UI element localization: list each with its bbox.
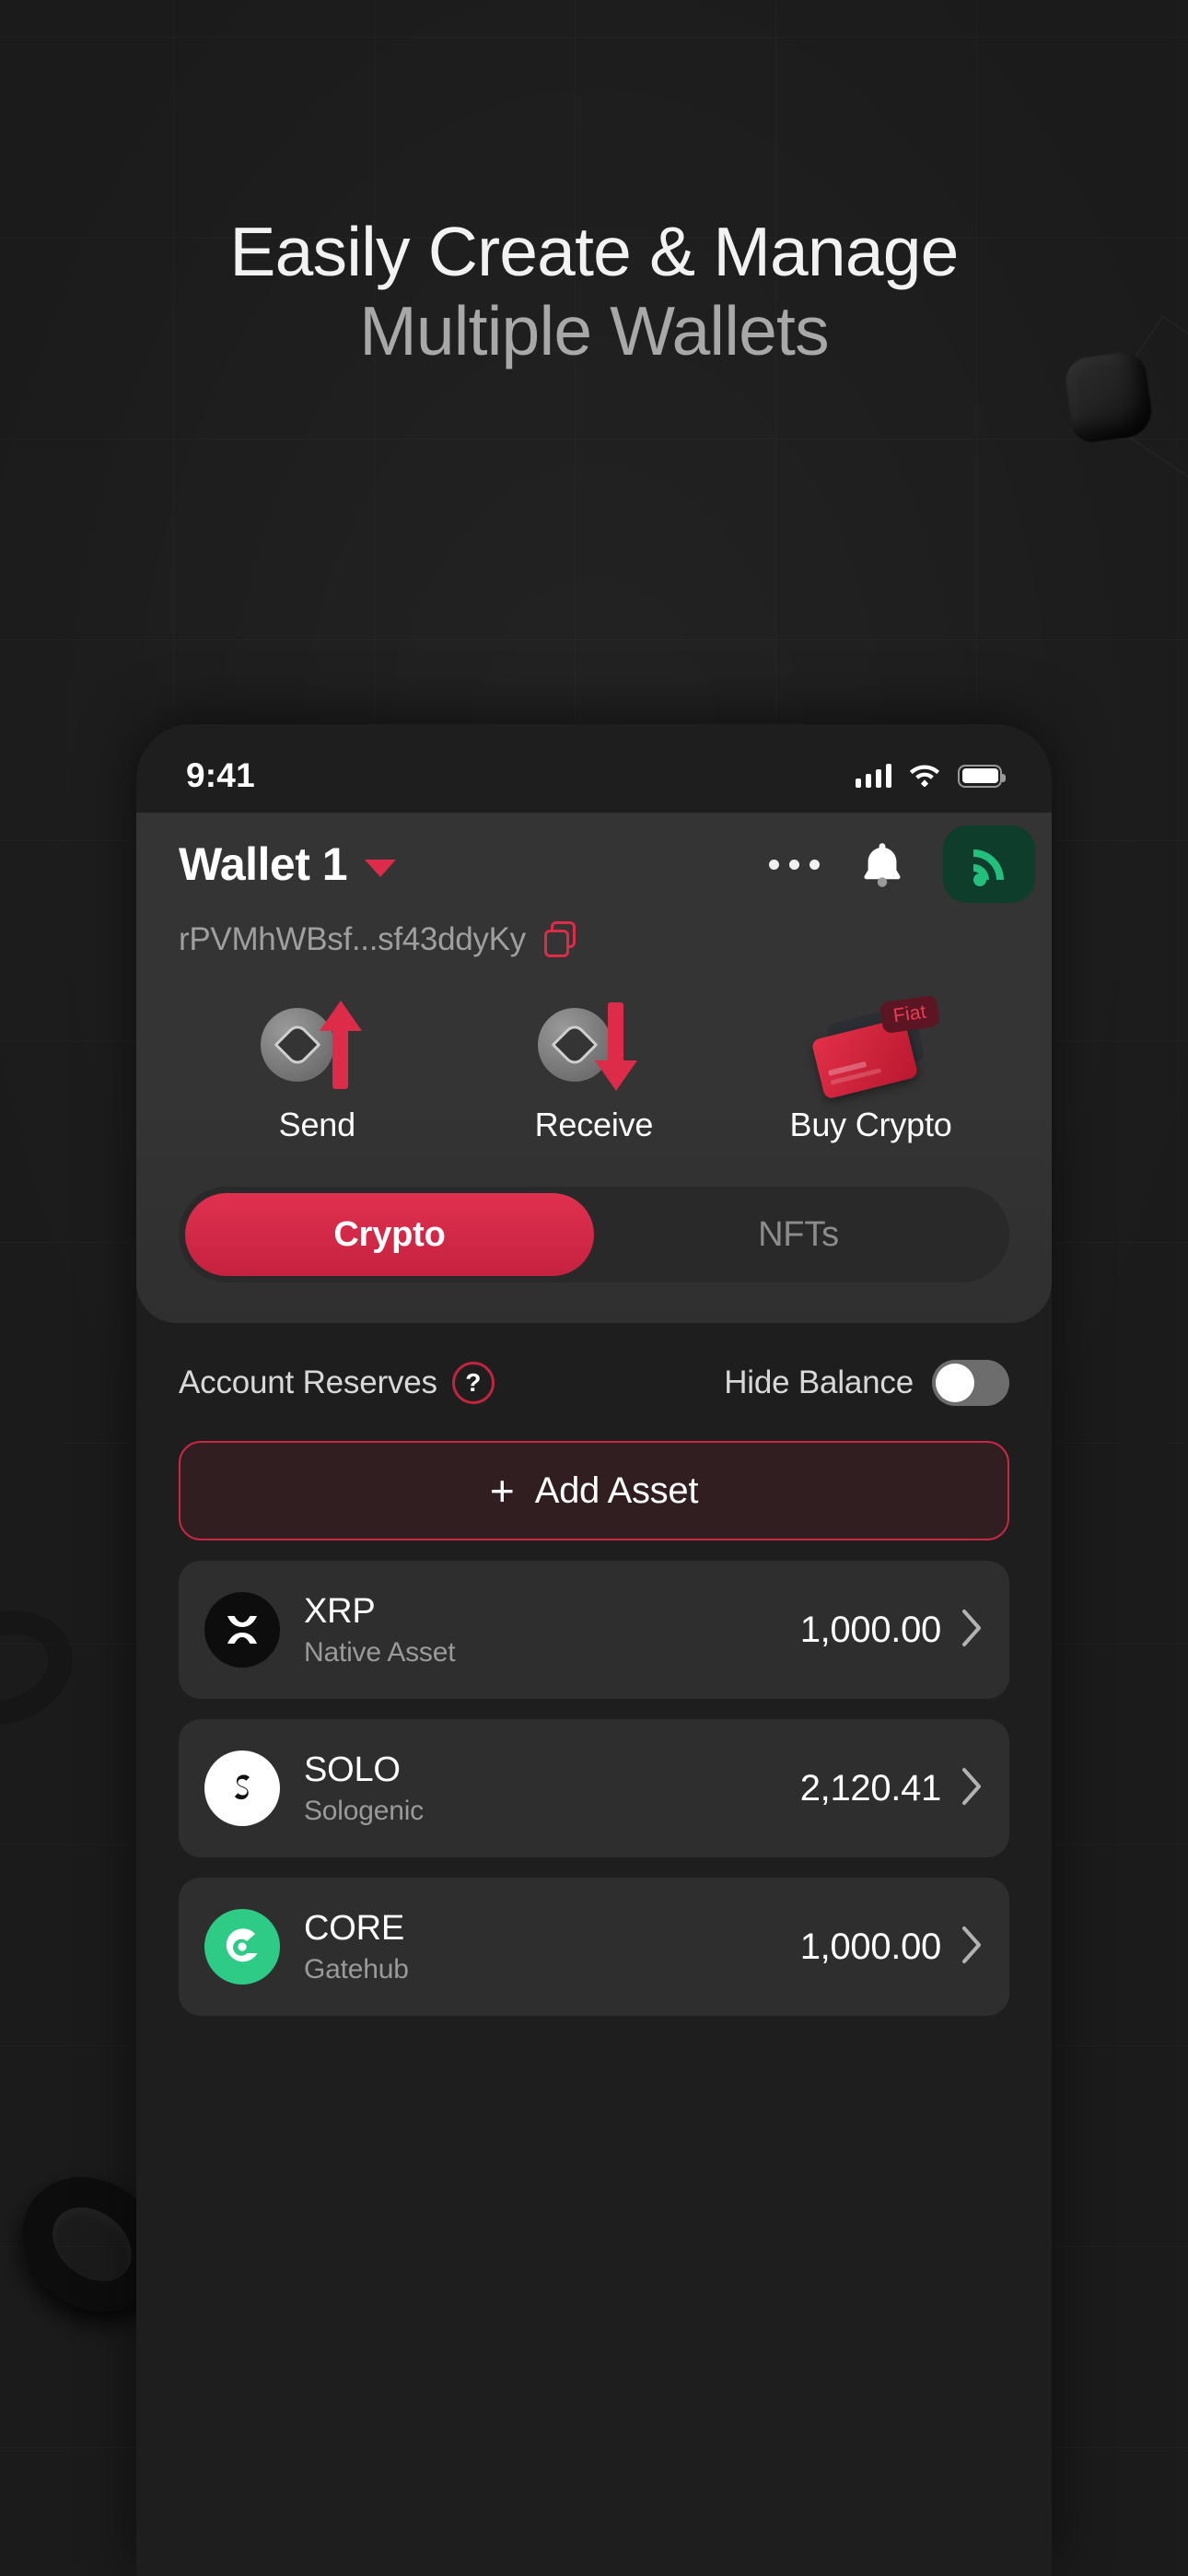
asset-text: XRP Native Asset: [304, 1591, 456, 1668]
asset-amount: 1,000.00: [799, 1926, 942, 1967]
asset-symbol: CORE: [304, 1909, 404, 1949]
chevron-right-icon[interactable]: [961, 1926, 984, 1969]
chevron-right-icon[interactable]: [961, 1767, 984, 1810]
plus-icon: +: [489, 1467, 515, 1515]
status-bar: 9:41: [136, 724, 1052, 813]
coreum-logo-icon: [204, 1909, 280, 1985]
sologenic-logo-icon: [204, 1751, 280, 1826]
wallet-name[interactable]: Wallet 1: [179, 837, 348, 891]
broadcast-signal-icon[interactable]: [943, 825, 1035, 903]
add-asset-label: Add Asset: [534, 1469, 699, 1511]
asset-amount: 2,120.41: [799, 1767, 942, 1809]
asset-text: CORE Gatehub: [304, 1908, 409, 1985]
credit-card-icon: Fiat: [802, 994, 940, 1100]
cellular-signal-icon: [855, 764, 891, 788]
wifi-icon: [907, 761, 942, 791]
buy-crypto-button-label: Buy Crypto: [789, 1106, 952, 1143]
send-button[interactable]: Send: [179, 995, 456, 1144]
asset-issuer: Gatehub: [304, 1953, 409, 1985]
asset-list-section: Account Reserves ? Hide Balance + Add As…: [136, 1329, 1052, 2016]
question-mark-icon[interactable]: ?: [451, 1362, 495, 1404]
asset-issuer: Native Asset: [304, 1636, 456, 1668]
hero-headline-line1: Easily Create & Manage: [229, 213, 959, 290]
receive-coin-down-arrow-icon: [525, 995, 663, 1095]
phone-mockup: 9:41 Wallet 1 rPVMhWBsf...sf43ddyKy Send…: [136, 724, 1052, 2576]
asset-amount: 1,000.00: [799, 1609, 942, 1650]
hide-balance-toggle[interactable]: [932, 1360, 1009, 1406]
bell-icon[interactable]: [860, 840, 904, 888]
wallet-header: Wallet 1: [136, 822, 1052, 907]
header-action-icons: [767, 825, 1035, 903]
asset-symbol: XRP: [304, 1592, 376, 1632]
fiat-badge: Fiat: [879, 994, 940, 1035]
tab-nfts[interactable]: NFTs: [594, 1193, 1003, 1276]
list-item[interactable]: XRP Native Asset 1,000.00: [179, 1561, 1009, 1699]
quick-actions: Send Receive Fiat Buy Crypto: [136, 967, 1052, 1144]
buy-crypto-button[interactable]: Fiat Buy Crypto: [732, 994, 1009, 1144]
chevron-down-icon[interactable]: [365, 859, 397, 877]
wallet-address-row[interactable]: rPVMhWBsf...sf43ddyKy: [136, 907, 1052, 967]
hide-balance-label: Hide Balance: [724, 1364, 914, 1400]
hide-balance-control[interactable]: Hide Balance: [724, 1360, 1009, 1406]
xrp-logo-icon: [204, 1592, 280, 1668]
asset-symbol: SOLO: [304, 1751, 401, 1790]
account-reserves-label[interactable]: Account Reserves: [179, 1364, 437, 1401]
asset-issuer: Sologenic: [304, 1795, 424, 1826]
status-bar-icons: [855, 761, 1006, 791]
asset-text: SOLO Sologenic: [304, 1750, 424, 1826]
decorative-3d-torus-left: [0, 1591, 88, 1744]
receive-button-label: Receive: [534, 1106, 654, 1143]
hero-headline-line2: Multiple Wallets: [359, 292, 829, 369]
tab-crypto[interactable]: Crypto: [185, 1193, 594, 1276]
copy-icon[interactable]: [543, 921, 579, 958]
asset-type-tabs: Crypto NFTs: [179, 1187, 1009, 1282]
status-bar-clock: 9:41: [186, 756, 255, 794]
list-item[interactable]: SOLO Sologenic 2,120.41: [179, 1719, 1009, 1857]
wallet-address: rPVMhWBsf...sf43ddyKy: [179, 921, 526, 957]
battery-icon: [958, 764, 1006, 788]
send-coin-up-arrow-icon: [248, 995, 386, 1095]
more-options-icon[interactable]: [767, 850, 821, 879]
add-asset-button[interactable]: + Add Asset: [179, 1441, 1009, 1540]
chevron-right-icon[interactable]: [961, 1609, 984, 1652]
wallet-summary-card: Wallet 1 rPVMhWBsf...sf43ddyKy Send Rece…: [136, 813, 1052, 1323]
list-item[interactable]: CORE Gatehub 1,000.00: [179, 1878, 1009, 2016]
send-button-label: Send: [278, 1106, 355, 1143]
hero-headline: Easily Create & Manage Multiple Wallets: [0, 212, 1188, 370]
reserves-and-balance-row: Account Reserves ? Hide Balance: [179, 1329, 1009, 1437]
receive-button[interactable]: Receive: [456, 995, 733, 1144]
